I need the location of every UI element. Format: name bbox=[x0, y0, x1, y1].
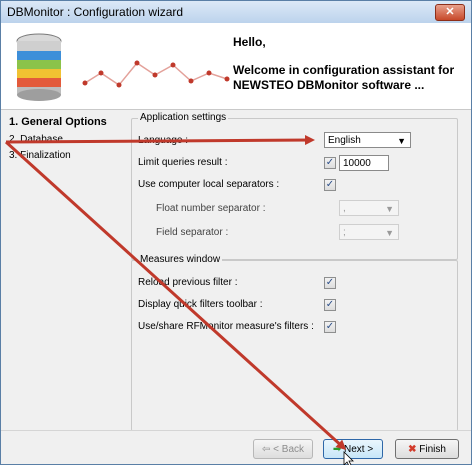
title-bar: DBMonitor : Configuration wizard ✕ bbox=[1, 1, 471, 24]
wizard-window: DBMonitor : Configuration wizard ✕ Hello… bbox=[0, 0, 472, 465]
quick-filters-checkbox[interactable]: ✓ bbox=[324, 299, 336, 311]
float-separator-select[interactable]: , ▼ bbox=[339, 200, 399, 216]
field-separator-value: ; bbox=[343, 227, 346, 238]
float-separator-value: , bbox=[343, 203, 346, 214]
window-title: DBMonitor : Configuration wizard bbox=[7, 5, 184, 19]
database-icon bbox=[16, 33, 62, 101]
finish-button[interactable]: ✖ Finish bbox=[395, 439, 459, 459]
arrow-right-icon: ➡ bbox=[332, 444, 344, 455]
back-button[interactable]: ⇦ < Back bbox=[253, 439, 313, 459]
language-select[interactable]: English ▼ bbox=[324, 132, 411, 148]
chart-wave-icon bbox=[82, 60, 230, 88]
finish-button-label: Finish bbox=[419, 444, 446, 455]
welcome-line-2: NEWSTEO DBMonitor software ... bbox=[233, 78, 425, 92]
reload-filter-label: Reload previous filter : bbox=[138, 277, 238, 288]
close-button[interactable]: ✕ bbox=[435, 4, 465, 21]
application-settings-title: Application settings bbox=[138, 112, 229, 123]
language-label: Language : bbox=[138, 135, 189, 146]
next-button[interactable]: ➡ Next > bbox=[323, 439, 383, 459]
options-panel: Application settings Language : English … bbox=[125, 110, 465, 431]
arrow-left-icon: ⇦ bbox=[261, 444, 274, 455]
wizard-footer: ⇦ < Back ➡ Next > ✖ Finish bbox=[1, 430, 471, 464]
field-separator-select[interactable]: ; ▼ bbox=[339, 224, 399, 240]
greeting-heading: Hello, bbox=[233, 35, 266, 49]
chevron-down-icon: ▼ bbox=[397, 136, 406, 146]
measures-window-group: Measures window Reload previous filter :… bbox=[131, 254, 458, 431]
next-button-label: Next > bbox=[343, 444, 374, 455]
local-separators-label: Use computer local separators : bbox=[138, 179, 280, 190]
chevron-down-icon: ▼ bbox=[385, 204, 394, 214]
chevron-down-icon: ▼ bbox=[385, 228, 394, 238]
step-finalization[interactable]: 3. Finalization bbox=[9, 150, 71, 161]
wizard-steps: 1. General Options 2. Database 3. Finali… bbox=[1, 110, 121, 430]
limit-queries-input[interactable]: 10000 bbox=[339, 155, 389, 171]
back-button-label: < Back bbox=[273, 444, 305, 455]
welcome-line-1: Welcome in configuration assistant for bbox=[233, 63, 455, 77]
reload-filter-checkbox[interactable]: ✓ bbox=[324, 277, 336, 289]
step-database[interactable]: 2. Database bbox=[9, 134, 63, 145]
measures-window-title: Measures window bbox=[138, 254, 223, 265]
wizard-banner: Hello, Welcome in configuration assistan… bbox=[1, 23, 471, 110]
limit-queries-checkbox[interactable]: ✓ bbox=[324, 157, 336, 169]
x-icon: ✖ bbox=[408, 444, 420, 455]
field-separator-label: Field separator : bbox=[156, 227, 229, 238]
language-value: English bbox=[328, 135, 361, 146]
quick-filters-label: Display quick filters toolbar : bbox=[138, 299, 263, 310]
limit-queries-label: Limit queries result : bbox=[138, 157, 228, 168]
float-separator-label: Float number separator : bbox=[156, 203, 266, 214]
share-filters-label: Use/share RFMonitor measure's filters : bbox=[138, 321, 314, 332]
local-separators-checkbox[interactable]: ✓ bbox=[324, 179, 336, 191]
welcome-text: Welcome in configuration assistant for N… bbox=[233, 63, 458, 93]
share-filters-checkbox[interactable]: ✓ bbox=[324, 321, 336, 333]
application-settings-group: Application settings Language : English … bbox=[131, 112, 458, 260]
step-general-options[interactable]: 1. General Options bbox=[9, 116, 107, 128]
